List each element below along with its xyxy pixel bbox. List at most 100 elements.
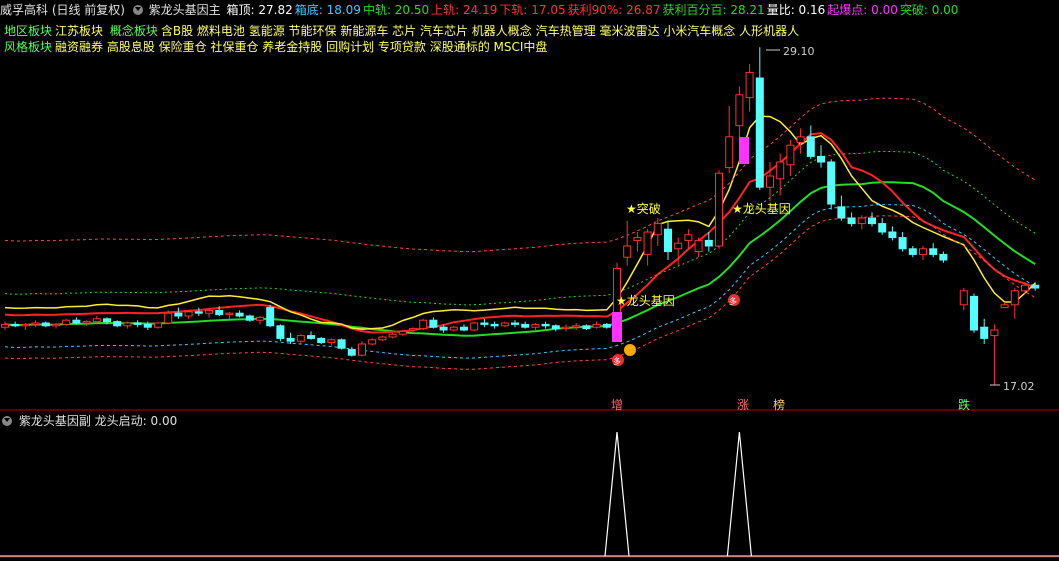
candle-body bbox=[633, 237, 642, 241]
candle-body bbox=[143, 323, 152, 328]
box-top-line bbox=[4, 115, 1036, 330]
tags-row-2: 风格板块 融资融券 高股息股 保险重仓 社保重仓 养老金持股 回购计划 专项贷款 … bbox=[4, 39, 550, 55]
candle-body bbox=[378, 336, 387, 341]
candle-body bbox=[52, 323, 60, 327]
candle-body bbox=[531, 323, 540, 328]
candle-body bbox=[184, 311, 193, 317]
candle-body bbox=[133, 322, 142, 325]
candle-body bbox=[908, 248, 917, 255]
header-item-9: 突破: 0.00 bbox=[899, 3, 959, 17]
signal-bar-2 bbox=[739, 137, 749, 164]
sub-value: 0.00 bbox=[150, 414, 178, 428]
candle-body bbox=[154, 322, 162, 328]
candle-body bbox=[735, 94, 744, 127]
candle-body bbox=[878, 223, 887, 233]
candle-body bbox=[511, 322, 519, 325]
candle-body bbox=[592, 323, 601, 328]
candle-body bbox=[766, 175, 774, 188]
candle-body bbox=[684, 234, 693, 241]
candle-body bbox=[521, 323, 530, 328]
candle-body bbox=[868, 217, 876, 225]
candle-body bbox=[337, 339, 346, 349]
candle-body bbox=[429, 319, 438, 328]
candle-body bbox=[419, 319, 428, 330]
sub-spike bbox=[604, 431, 630, 557]
candle-body bbox=[837, 206, 846, 219]
tags-row-1: 地区板块 江苏板块 概念板块 含B股 燃料电池 氢能源 节能环保 新能源车 芯片 汽… bbox=[4, 23, 802, 39]
candle-body bbox=[460, 326, 468, 331]
candle-body bbox=[1021, 284, 1029, 292]
annotations: ★突破 ★龙头基因 ★龙头基因 29.10 17.02 多 多 增 涨 榜 跌 bbox=[611, 45, 1035, 412]
candle-body bbox=[266, 307, 275, 327]
bottom-label-board: 榜 bbox=[773, 397, 785, 412]
candle-body bbox=[123, 322, 132, 327]
header-item-0: 箱顶: 27.82 bbox=[226, 3, 293, 17]
candle-body bbox=[725, 136, 734, 169]
sub-dropdown-icon[interactable] bbox=[2, 415, 12, 426]
candle-body bbox=[786, 144, 795, 166]
candle-body bbox=[409, 328, 417, 331]
stock-title[interactable]: 威孚高科 (日线 前复权) bbox=[0, 3, 125, 17]
lower-band-dashed bbox=[4, 215, 1036, 370]
candle-body bbox=[929, 248, 938, 255]
concept-value: 含B股 燃料电池 氢能源 节能环保 新能源车 芯片 汽车芯片 机器人概念 汽车热… bbox=[160, 24, 800, 38]
candle-body bbox=[235, 312, 244, 317]
candle-body bbox=[572, 325, 581, 328]
candle-body bbox=[11, 323, 20, 327]
chart-header: 威孚高科 (日线 前复权) 紫龙头基因主 箱顶: 27.82 箱底: 18.09 中… bbox=[0, 1, 962, 19]
candle-body bbox=[307, 335, 315, 339]
candle-body bbox=[480, 322, 489, 325]
candle-body bbox=[205, 309, 213, 314]
candle-body bbox=[388, 333, 397, 338]
candle-body bbox=[1, 323, 9, 328]
candle-body bbox=[817, 155, 825, 163]
candle-body bbox=[398, 330, 407, 335]
candle-body bbox=[694, 239, 703, 253]
candle-body bbox=[847, 217, 856, 225]
region-label: 地区板块 bbox=[4, 24, 53, 38]
header-item-2: 中轨: 20.50 bbox=[362, 3, 430, 17]
candle-body bbox=[256, 316, 264, 321]
sub-title[interactable]: 紫龙头基因副 bbox=[19, 414, 91, 428]
candle-body bbox=[959, 290, 968, 306]
candle-body bbox=[704, 239, 713, 247]
candle-body bbox=[551, 325, 560, 330]
candle-body bbox=[347, 349, 356, 356]
concept-label: 概念板块 bbox=[109, 24, 158, 38]
header-item-8: 起爆点: 0.00 bbox=[827, 3, 898, 17]
dropdown-icon[interactable] bbox=[132, 4, 143, 15]
candle-body bbox=[1031, 284, 1040, 289]
candle-body bbox=[745, 71, 754, 99]
candle-body bbox=[562, 326, 570, 330]
candle-body bbox=[72, 319, 81, 324]
candle-body bbox=[939, 253, 948, 261]
sub-spike bbox=[726, 431, 752, 557]
candle-body bbox=[653, 223, 662, 236]
sub-label: 龙头启动: bbox=[94, 414, 147, 428]
candle-body bbox=[796, 136, 805, 143]
candle-body bbox=[1000, 304, 1009, 309]
indicator-title[interactable]: 紫龙头基因主 bbox=[149, 3, 221, 17]
bottom-label-rise: 涨 bbox=[737, 397, 749, 412]
coin-marker bbox=[624, 344, 636, 356]
candle-body bbox=[582, 325, 591, 330]
candle-body bbox=[276, 325, 285, 339]
duo-text-2: 多 bbox=[729, 296, 737, 306]
candle-body bbox=[439, 326, 448, 331]
dragon-gene-label-1: ★龙头基因 bbox=[616, 294, 675, 308]
candle-body bbox=[602, 323, 611, 328]
candle-body bbox=[919, 248, 927, 255]
candle-body bbox=[174, 312, 183, 317]
candle-body bbox=[490, 323, 499, 327]
break-label: ★突破 bbox=[626, 201, 661, 216]
signal-bar-1 bbox=[612, 312, 622, 342]
candle-body bbox=[31, 322, 40, 325]
candle-body bbox=[368, 339, 377, 345]
header-item-1: 箱底: 18.09 bbox=[294, 3, 361, 17]
candle-body bbox=[990, 329, 999, 337]
candle-body bbox=[225, 312, 234, 316]
candle-body bbox=[245, 315, 254, 321]
candle-body bbox=[541, 323, 550, 327]
candle-body bbox=[664, 228, 672, 253]
candle-body bbox=[317, 337, 326, 344]
